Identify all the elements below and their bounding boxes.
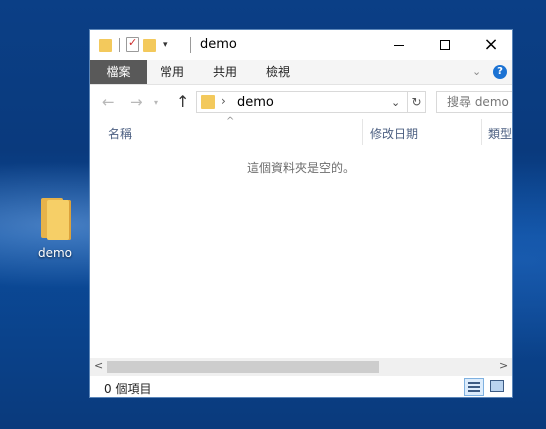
maximize-button[interactable] xyxy=(422,30,468,60)
ribbon-tabs: 檔案 常用 共用 檢視 ⌄ ? xyxy=(90,60,512,85)
navigation-bar: ← → ▾ ↑ › demo ⌄ ↻ 搜尋 demo xyxy=(90,85,512,119)
scroll-left-icon[interactable]: < xyxy=(94,359,103,372)
divider xyxy=(119,37,120,52)
folder-icon xyxy=(39,196,71,240)
quick-access-toolbar: ▾ xyxy=(99,36,168,52)
horizontal-scrollbar[interactable]: < > xyxy=(90,358,512,376)
expand-ribbon-chevron-icon[interactable]: ⌄ xyxy=(472,65,481,78)
breadcrumb-demo[interactable]: demo xyxy=(237,95,274,110)
tab-home[interactable]: 常用 xyxy=(147,60,197,84)
new-folder-icon[interactable] xyxy=(143,38,157,52)
column-header-type[interactable]: 類型 xyxy=(488,125,512,142)
address-dropdown-chevron-icon[interactable]: ⌄ xyxy=(391,96,400,109)
refresh-icon[interactable]: ↻ xyxy=(408,91,426,113)
folder-icon xyxy=(201,95,215,109)
empty-folder-message: 這個資料夾是空的。 xyxy=(246,161,355,175)
details-view-icon[interactable] xyxy=(464,378,484,396)
desktop-folder-demo[interactable]: demo xyxy=(22,196,88,260)
maximize-icon xyxy=(440,40,450,50)
up-arrow-icon[interactable]: ↑ xyxy=(176,92,189,111)
scrollbar-thumb[interactable] xyxy=(107,361,379,373)
customize-toolbar-dropdown-icon[interactable]: ▾ xyxy=(163,40,168,50)
forward-arrow-icon[interactable]: → xyxy=(130,93,143,111)
tab-file[interactable]: 檔案 xyxy=(90,60,147,84)
item-count: 0 個項目 xyxy=(104,382,152,396)
column-divider[interactable] xyxy=(481,119,482,145)
window-title: demo xyxy=(200,37,237,52)
address-bar[interactable]: › demo ⌄ xyxy=(196,91,408,113)
column-header-name[interactable]: 名稱 xyxy=(108,125,132,142)
breadcrumb-chevron-icon[interactable]: › xyxy=(221,94,226,108)
recent-locations-chevron-icon[interactable]: ▾ xyxy=(154,98,158,107)
file-list[interactable]: ^ 名稱 修改日期 類型 這個資料夾是空的。 xyxy=(90,116,512,354)
column-header-date-modified[interactable]: 修改日期 xyxy=(370,125,418,142)
close-button[interactable]: × xyxy=(468,30,512,60)
sort-ascending-icon: ^ xyxy=(226,116,235,127)
divider xyxy=(190,37,191,53)
tab-share[interactable]: 共用 xyxy=(197,60,253,84)
column-divider[interactable] xyxy=(362,119,363,145)
search-input[interactable]: 搜尋 demo xyxy=(436,91,512,113)
folder-icon xyxy=(99,38,113,52)
close-icon: × xyxy=(483,34,499,55)
minimize-button[interactable] xyxy=(376,30,422,60)
help-icon[interactable]: ? xyxy=(493,65,507,79)
status-bar: 0 個項目 xyxy=(90,376,512,397)
back-arrow-icon[interactable]: ← xyxy=(102,93,115,111)
minimize-icon xyxy=(394,44,404,46)
large-icons-view-icon[interactable] xyxy=(490,380,504,392)
title-bar[interactable]: ▾ demo × xyxy=(90,30,512,60)
file-explorer-window: ▾ demo × 檔案 常用 共用 檢視 ⌄ ? ← → ▾ ↑ › demo … xyxy=(89,29,513,398)
scroll-right-icon[interactable]: > xyxy=(499,359,508,372)
desktop-icon-label: demo xyxy=(37,246,73,260)
properties-icon[interactable] xyxy=(126,36,139,52)
tab-view[interactable]: 檢視 xyxy=(253,60,303,84)
